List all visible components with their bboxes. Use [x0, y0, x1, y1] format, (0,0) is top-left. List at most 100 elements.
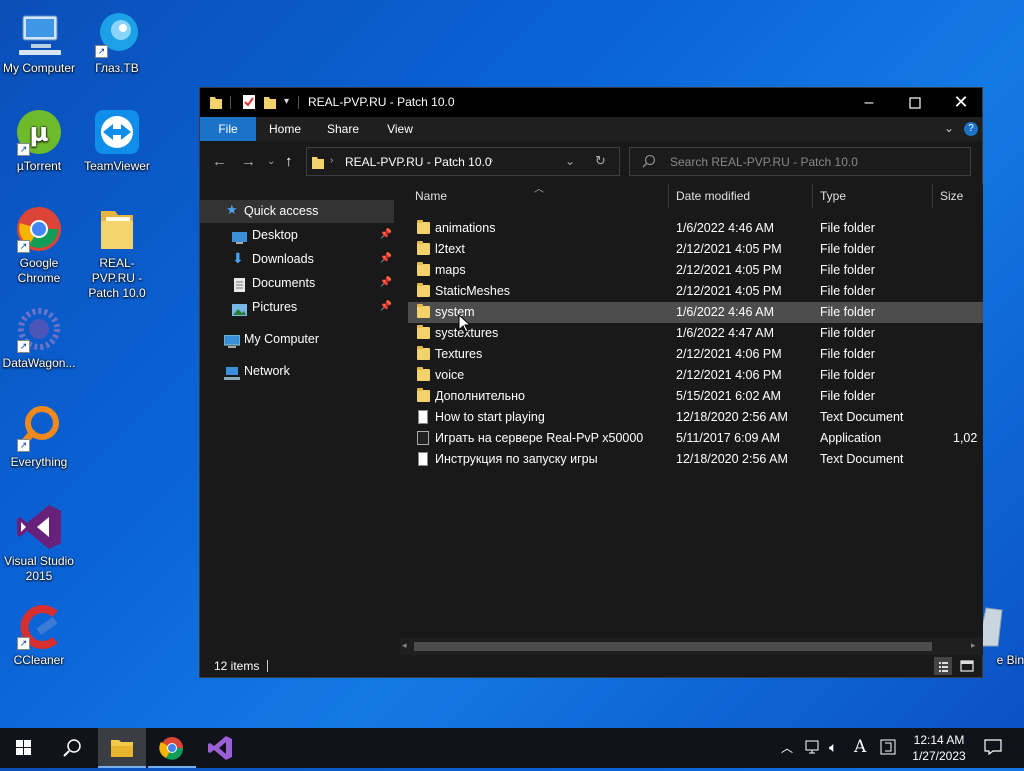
recent-locations-icon[interactable]: ⌄	[267, 156, 275, 167]
table-row[interactable]: l2text 2/12/2021 4:05 PM File folder	[408, 239, 983, 260]
file-size: 1,02	[953, 431, 978, 445]
breadcrumb-chevron-icon[interactable]: ›	[490, 155, 493, 166]
nav-quick-access[interactable]: ★ Quick access	[226, 199, 386, 223]
tab-view[interactable]: View	[375, 117, 425, 141]
desktop-icon-visual-studio[interactable]: Visual Studio 2015	[1, 503, 77, 584]
ime-icon[interactable]	[880, 739, 896, 758]
close-button[interactable]: ✕	[938, 88, 984, 117]
back-arrow-icon[interactable]: ←	[212, 153, 227, 170]
pictures-icon	[232, 300, 247, 316]
table-row[interactable]: voice 2/12/2021 4:06 PM File folder	[408, 365, 983, 386]
new-folder-icon[interactable]	[263, 94, 277, 113]
action-center-network-icon[interactable]	[805, 739, 821, 758]
properties-icon[interactable]	[242, 94, 256, 113]
table-row[interactable]: Textures 2/12/2021 4:06 PM File folder	[408, 344, 983, 365]
computer-icon	[15, 10, 63, 58]
start-button[interactable]	[0, 728, 48, 768]
datawagon-icon: ↗	[15, 305, 63, 353]
chrome-icon: ↗	[15, 205, 63, 253]
desktop-icon-everything[interactable]: ↗ Everything	[1, 404, 77, 470]
address-dropdown-icon[interactable]: ⌄	[565, 154, 575, 168]
column-header-type[interactable]: Type	[820, 184, 846, 208]
file-explorer-window: ▾ REAL-PVP.RU - Patch 10.0 – ✕ File Home…	[199, 87, 983, 678]
scroll-left-arrow-icon[interactable]: ◂	[402, 640, 407, 651]
nav-my-computer[interactable]: My Computer	[223, 327, 384, 351]
desktop-icon-utorrent[interactable]: µ ↗ µTorrent	[1, 108, 77, 174]
status-bar: 12 items	[200, 655, 982, 677]
table-row[interactable]: system 1/6/2022 4:46 AM File folder	[408, 302, 983, 323]
utorrent-icon: µ ↗	[15, 108, 63, 156]
desktop-icon-my-computer[interactable]: My Computer	[1, 10, 77, 76]
details-view-button[interactable]	[934, 657, 952, 675]
maximize-button[interactable]	[892, 88, 938, 117]
scrollbar-thumb[interactable]	[414, 642, 932, 651]
search-input[interactable]: Search REAL-PVP.RU - Patch 10.0	[670, 155, 858, 169]
desktop-icon-label: Google Chrome	[17, 256, 61, 285]
file-name: StaticMeshes	[435, 284, 511, 298]
customize-quick-access-icon[interactable]: ▾	[284, 96, 289, 107]
column-divider[interactable]	[668, 184, 669, 208]
breadcrumb[interactable]: REAL-PVP.RU - Patch 10.0	[345, 155, 492, 169]
file-name: Textures	[435, 347, 483, 361]
notifications-icon[interactable]	[984, 739, 1002, 758]
teamviewer-icon	[93, 108, 141, 156]
scroll-right-arrow-icon[interactable]: ▸	[971, 640, 976, 651]
expand-ribbon-icon[interactable]: ⌄	[944, 121, 954, 135]
desktop-icon-chrome[interactable]: ↗ Google Chrome	[1, 205, 77, 286]
refresh-icon[interactable]: ↻	[595, 153, 606, 169]
help-icon[interactable]: ?	[964, 122, 978, 136]
table-row[interactable]: How to start playing 12/18/2020 2:56 AM Te…	[408, 407, 983, 428]
table-row[interactable]: systextures 1/6/2022 4:47 AM File folder	[408, 323, 983, 344]
table-row[interactable]: maps 2/12/2021 4:05 PM File folder	[408, 260, 983, 281]
separator	[267, 660, 268, 672]
tab-home[interactable]: Home	[260, 117, 310, 141]
taskbar-file-explorer[interactable]	[98, 728, 146, 768]
table-row[interactable]: Играть на сервере Real-PvP x50000 5/11/20…	[408, 428, 983, 449]
column-header-date-modified[interactable]: Date modified	[676, 184, 750, 208]
forward-arrow-icon[interactable]: →	[241, 153, 256, 170]
nav-desktop[interactable]: Desktop 📌	[232, 223, 392, 247]
shortcut-arrow-icon: ↗	[17, 439, 30, 452]
search-box[interactable]: Search REAL-PVP.RU - Patch 10.0	[629, 147, 971, 176]
horizontal-scrollbar[interactable]: ◂ ▸	[400, 638, 983, 655]
folder-icon	[209, 94, 223, 113]
table-row[interactable]: StaticMeshes 2/12/2021 4:05 PM File folder	[408, 281, 983, 302]
desktop-icon-datawagon[interactable]: ↗ DataWagon...	[1, 305, 77, 371]
input-indicator[interactable]: A	[854, 737, 866, 757]
nav-pictures[interactable]: Pictures 📌	[232, 295, 392, 319]
up-arrow-icon[interactable]: ↑	[285, 153, 293, 170]
table-row[interactable]: Дополнительно 5/15/2021 6:02 AM File folde…	[408, 386, 983, 407]
nav-network[interactable]: Network	[224, 359, 384, 383]
desktop-icon-real-pvp-folder[interactable]: REAL-PVP.RU - Patch 10.0	[79, 205, 155, 301]
desktop-icon-ccleaner[interactable]: ↗ CCleaner	[1, 602, 77, 668]
nav-documents[interactable]: Documents 📌	[232, 271, 392, 295]
show-hidden-icons-chevron[interactable]: ︿	[781, 739, 793, 756]
column-divider[interactable]	[812, 184, 813, 208]
address-path-box[interactable]: › REAL-PVP.RU - Patch 10.0 › ⌄ ↻	[306, 147, 620, 176]
clock[interactable]: 12:14 AM 1/27/2023	[906, 732, 972, 764]
column-divider[interactable]	[932, 184, 933, 208]
breadcrumb-chevron-icon[interactable]: ›	[330, 155, 333, 166]
volume-icon[interactable]: 🔈︎	[829, 739, 837, 756]
tab-file[interactable]: File	[200, 117, 256, 141]
file-date-modified: 1/6/2022 4:47 AM	[676, 326, 774, 340]
table-row[interactable]: animations 1/6/2022 4:46 AM File folder	[408, 218, 983, 239]
desktop-icon-teamviewer[interactable]: TeamViewer	[79, 108, 155, 174]
search-button[interactable]	[48, 728, 96, 768]
table-row[interactable]: Инструкция по запуску игры 12/18/2020 2:5…	[408, 449, 983, 470]
shortcut-arrow-icon: ↗	[17, 637, 30, 650]
address-bar-row: ← → ⌄ ↑ › REAL-PVP.RU - Patch 10.0 › ⌄ ↻…	[200, 141, 982, 184]
minimize-button[interactable]: –	[846, 88, 892, 117]
documents-icon	[232, 276, 247, 292]
taskbar-visual-studio[interactable]	[196, 728, 244, 768]
desktop-icon-glaz-tv[interactable]: ↗ Глаз.TB	[79, 10, 155, 76]
column-header-name[interactable]: Name	[415, 184, 447, 208]
column-header-size[interactable]: Size	[940, 184, 963, 208]
desktop-icon-label: My Computer	[2, 61, 76, 75]
taskbar-chrome[interactable]	[148, 728, 196, 768]
tab-share[interactable]: Share	[318, 117, 368, 141]
folder-icon	[417, 283, 430, 297]
large-icons-view-button[interactable]	[958, 657, 976, 675]
nav-downloads[interactable]: ⬇ Downloads 📌	[232, 247, 392, 271]
visual-studio-icon	[15, 503, 63, 551]
